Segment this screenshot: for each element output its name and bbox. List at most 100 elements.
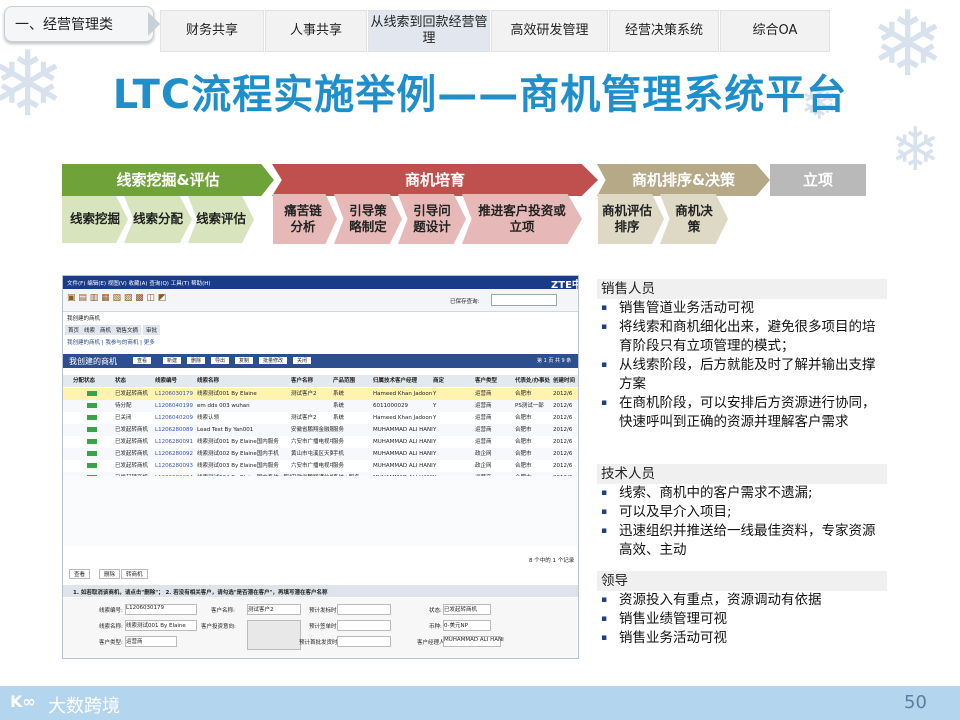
table-cell: 线索认领 (197, 415, 220, 421)
table-cell[interactable]: L1206040209 (155, 412, 197, 424)
nav-tab-lead[interactable]: 线索 (81, 325, 99, 335)
field-value[interactable]: L1206030179 (125, 604, 197, 615)
phase-project: 立项 (770, 164, 866, 196)
date-field[interactable] (337, 636, 391, 647)
list-toolbar-batch[interactable]: 批量修改 (259, 357, 288, 364)
table-row[interactable]: 已发起转商机 L1206280089 Lead Test By Yan001 安徽省鹏… (63, 424, 578, 436)
step-lead-assign: 线索分配 (124, 196, 192, 243)
col-header[interactable]: 客户类型 (475, 375, 515, 387)
detail-delete-button[interactable]: 删除 (99, 569, 121, 579)
field-label: 线索名称: (99, 624, 123, 630)
list-toolbar-delete[interactable]: 删除 (187, 357, 206, 364)
phase-opportunity-cultivation: 商机培育 (272, 164, 598, 196)
col-header[interactable]: 商定 (433, 375, 473, 387)
date-field[interactable] (337, 604, 391, 615)
field-value[interactable]: 测试客户2 (247, 604, 301, 615)
list-toolbar-view[interactable]: 查看 (133, 357, 152, 364)
table-cell: 已发起转商机 (115, 391, 149, 397)
tab-ltc[interactable]: 从线索到回款经营管理 (368, 10, 490, 52)
table-empty-area (63, 476, 578, 546)
bullet-item: ▪ 销售业务活动可视 (601, 629, 886, 648)
saved-query-select[interactable] (491, 294, 557, 306)
sub-nav[interactable]: 我创建的商机 | 我参与的商机 | 更多 (67, 338, 155, 346)
nav-tab-opportunity[interactable]: 商机 (97, 325, 115, 335)
detail-view-button[interactable]: 查看 (69, 569, 91, 579)
table-cell: 已关闭 (115, 415, 132, 421)
status-indicator-icon (87, 463, 97, 468)
table-row[interactable]: 已发起转商机 L1206280091 线索测试001 By Elaine国内服务 六安… (63, 436, 578, 448)
col-header[interactable]: 线索名称 (197, 375, 291, 387)
table-cell[interactable]: L1206040199 (155, 400, 197, 412)
notice-bar: 1. 如若取消该商机，请点击"删除"； 2. 若没有相关客户，请勾选"是否潜在客… (63, 585, 578, 597)
field-label: 客户经理人: (417, 640, 447, 646)
table-cell[interactable]: L1206280092 (155, 448, 197, 460)
table-row[interactable]: 待分配 L1206040199 em dds 003 wuhan 系统 60110000… (63, 400, 578, 412)
category-label: 一、经营管理类 (4, 6, 154, 42)
table-cell: 政企网 (475, 463, 492, 469)
table-cell: Y (433, 403, 437, 409)
field-value[interactable]: 0-美元NP (443, 620, 491, 631)
table-cell: 政企网 (475, 451, 492, 457)
field-value[interactable]: 线索测试001 By Elaine (125, 620, 197, 631)
nav-tab-approval[interactable]: 审批 (143, 325, 161, 335)
col-header[interactable]: 线索编号 (155, 375, 197, 387)
list-page-info: 第 1 页 共 9 条 (537, 358, 572, 364)
table-cell: 2012/6 (553, 463, 573, 469)
step-push-investment: 推进客户投资或立项 (462, 194, 582, 244)
investment-intent-box[interactable] (247, 620, 301, 650)
table-cell: 已发起转商机 (115, 451, 149, 457)
step-opportunity-decision: 商机决策 (660, 194, 728, 244)
app-menu[interactable]: 文件(F) 编辑(E) 视图(V) 收藏(A) 查询(Q) 工具(T) 帮助(H… (67, 279, 211, 287)
toolbar-icons[interactable]: ▣ ▤ ▥ ▦ ▧ ▨ ▩ ◫ ◩ (67, 293, 166, 303)
bullet-icon: ▪ (601, 488, 608, 498)
col-header[interactable]: 代表处/办事处 (515, 375, 551, 387)
table-row[interactable]: 已关闭 L1206040209 线索认领 测试客户2 系统 Hameed Khan Jad… (63, 412, 578, 424)
col-header[interactable]: 归属技术客户经理 (373, 375, 433, 387)
table-row[interactable]: 已发起转商机 L1206280092 线索测试002 By Elaine国内手机 黄山… (63, 448, 578, 460)
convert-opportunity-button[interactable]: 转商机 (121, 569, 148, 579)
col-header[interactable]: 客户名称 (291, 375, 333, 387)
category-arrow (148, 12, 160, 36)
table-row[interactable]: 已发起转商机 L1206280093 线索测试003 By Elaine国内服务 六安… (63, 460, 578, 472)
field-value[interactable]: MUHAMMAD ALI HANI (443, 636, 504, 647)
tab-oa[interactable]: 综合OA (720, 10, 830, 52)
field-value[interactable]: 已发起转商机 (443, 604, 491, 615)
table-cell: Hameed Khan Jadoon (373, 415, 433, 421)
list-toolbar-new[interactable]: 新建 (163, 357, 182, 364)
field-value[interactable]: 运营商 (125, 636, 177, 647)
table-cell: Y (433, 439, 437, 445)
detail-toolbar: 查看 删除 转商机 (63, 567, 578, 579)
list-toolbar-export[interactable]: 导出 (211, 357, 230, 364)
col-header[interactable]: 产品范围 (333, 375, 373, 387)
bullet-item: ▪ 线索、商机中的客户需求不遗漏; (601, 484, 886, 503)
step-pain-chain: 痛苦链分析 (273, 194, 337, 244)
table-cell[interactable]: L1206280089 (155, 424, 197, 436)
table-row[interactable]: 已发起转商机 L1206030179 线索测试001 By Elaine 测试客户2 系… (63, 388, 578, 400)
field-label: 状态: (429, 608, 442, 614)
table-cell: 运营商 (475, 439, 492, 445)
bullet-text: 将线索和商机细化出来，避免很多项目的培育阶段只有立项管理的模式； (619, 319, 876, 354)
table-cell: 系统 (333, 403, 345, 409)
col-header[interactable]: 创建时间 (553, 375, 578, 387)
tab-finance[interactable]: 财务共享 (160, 10, 264, 52)
nav-tab-sales-digest[interactable]: 销售文摘 (113, 325, 142, 335)
table-cell[interactable]: L1206280091 (155, 436, 197, 448)
status-indicator-icon (87, 427, 97, 432)
tab-rd[interactable]: 高效研发管理 (491, 10, 608, 52)
col-header[interactable]: 分配状态 (73, 375, 113, 387)
table-cell: 已发起转商机 (115, 463, 149, 469)
field-label: 客户类型: (99, 640, 123, 646)
date-field[interactable] (337, 620, 391, 631)
table-cell: 合肥市 (515, 451, 532, 457)
nav-tab-home[interactable]: 首页 (65, 325, 83, 335)
tab-decision[interactable]: 经营决策系统 (609, 10, 719, 52)
list-toolbar-copy[interactable]: 复制 (235, 357, 254, 364)
bullet-text: 销售管道业务活动可视 (619, 300, 754, 316)
table-cell[interactable]: L1206030179 (155, 388, 197, 400)
col-header[interactable]: 状态 (115, 375, 155, 387)
tab-hr[interactable]: 人事共享 (265, 10, 367, 52)
table-cell: Y (433, 463, 437, 469)
table-cell[interactable]: L1206280093 (155, 460, 197, 472)
list-toolbar-close[interactable]: 关闭 (293, 357, 312, 364)
list-title: 我创建的商机 (69, 357, 117, 366)
